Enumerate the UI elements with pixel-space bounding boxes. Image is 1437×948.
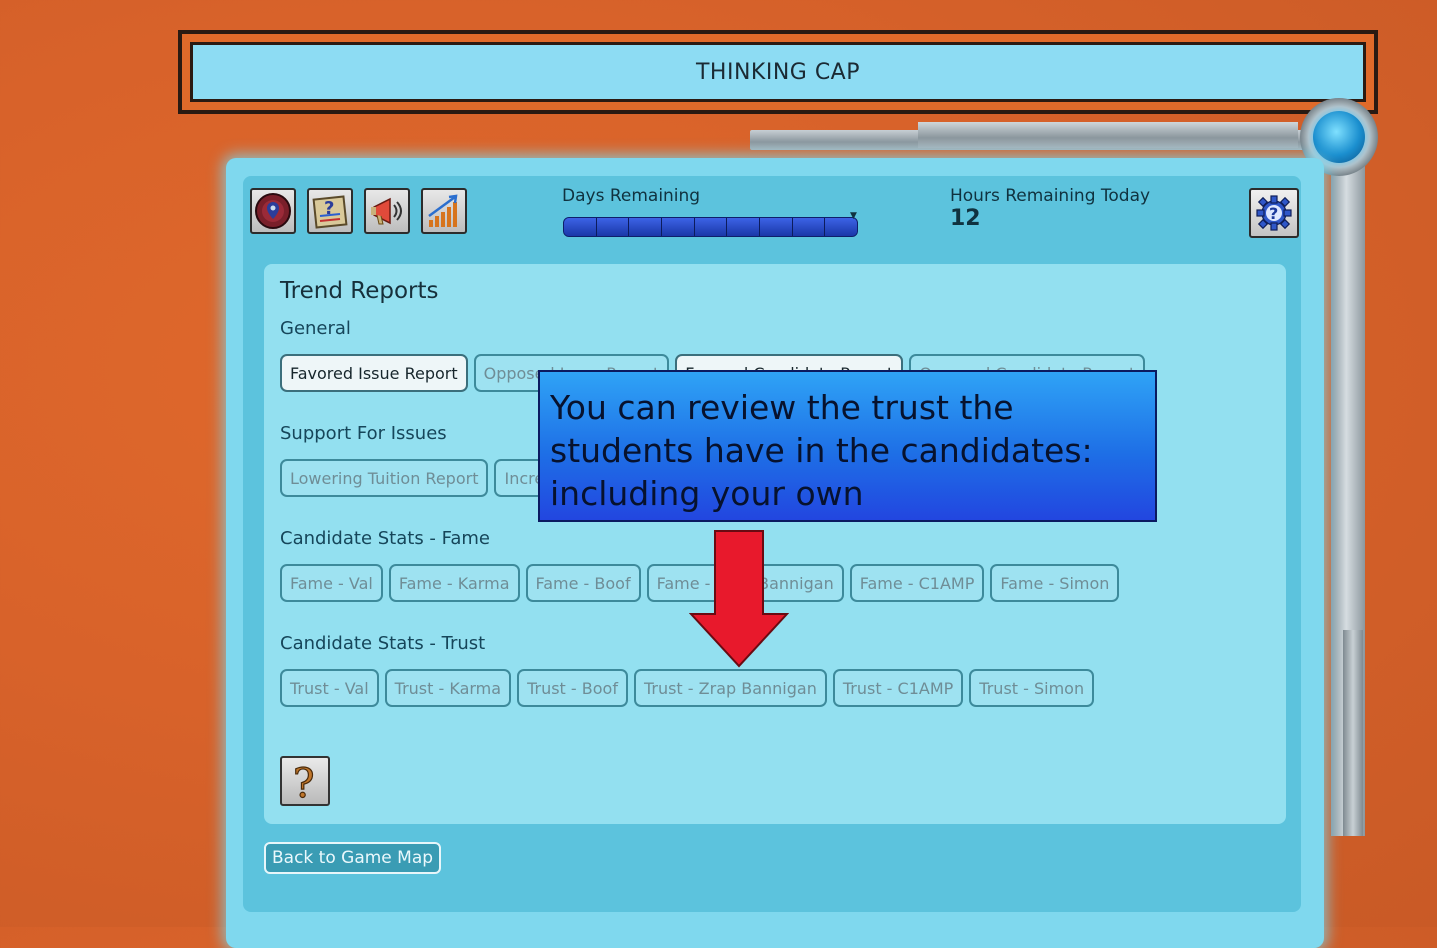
light-bulb-icon <box>1313 111 1365 163</box>
days-remaining-label: Days Remaining <box>562 186 701 206</box>
days-remaining-bar <box>563 217 858 237</box>
fame-c1amp-button[interactable]: Fame - C1AMP <box>849 564 985 602</box>
section-title-support-for-issues: Support For Issues <box>280 423 447 444</box>
megaphone-icon <box>371 197 402 225</box>
trust-simon-button[interactable]: Trust - Simon <box>969 669 1095 707</box>
trust-val-button[interactable]: Trust - Val <box>280 669 379 707</box>
section-title-fame: Candidate Stats - Fame <box>280 528 490 549</box>
reports-button[interactable]: ? <box>307 188 353 234</box>
tutorial-tooltip: You can review the trust the students ha… <box>538 370 1157 522</box>
clipboard-question-icon: ? <box>312 195 348 229</box>
bar-chart-icon <box>428 194 458 227</box>
hours-remaining-label: Hours Remaining Today <box>950 186 1151 206</box>
trends-button[interactable] <box>421 188 467 234</box>
back-to-game-map-button[interactable]: Back to Game Map <box>264 842 442 874</box>
lowering-tuition-report-button[interactable]: Lowering Tuition Report <box>280 459 489 497</box>
days-segment <box>596 218 630 236</box>
trend-reports-heading: Trend Reports <box>280 278 439 304</box>
days-segment <box>760 218 793 236</box>
fame-val-button[interactable]: Fame - Val <box>280 564 383 602</box>
title-frame: THINKING CAP <box>178 30 1378 114</box>
pipe-horizontal-upper <box>918 122 1298 148</box>
trust-karma-button[interactable]: Trust - Karma <box>384 669 512 707</box>
hours-remaining-value: 12 <box>950 206 981 231</box>
svg-text:?: ? <box>293 761 314 803</box>
settings-button[interactable]: ? <box>1249 188 1299 238</box>
trust-report-buttons: Trust - Val Trust - Karma Trust - Boof T… <box>280 669 1095 707</box>
campaign-button[interactable] <box>364 188 410 234</box>
question-mark-icon: ? <box>292 760 315 803</box>
days-segment <box>629 218 663 236</box>
days-segment <box>564 218 597 236</box>
pipe-vertical-lower <box>1343 630 1363 836</box>
gear-question-icon: ? <box>1256 195 1292 231</box>
trust-zrap-bannigan-button[interactable]: Trust - Zrap Bannigan <box>633 669 827 707</box>
page-title: THINKING CAP <box>190 42 1366 102</box>
days-segment <box>727 218 761 236</box>
svg-text:?: ? <box>324 198 334 219</box>
map-pin-icon <box>255 193 291 229</box>
fame-simon-button[interactable]: Fame - Simon <box>990 564 1120 602</box>
favored-issue-report-button[interactable]: Favored Issue Report <box>280 354 468 392</box>
svg-text:?: ? <box>1269 204 1278 223</box>
fame-karma-button[interactable]: Fame - Karma <box>388 564 520 602</box>
trust-boof-button[interactable]: Trust - Boof <box>517 669 628 707</box>
days-segment <box>662 218 695 236</box>
map-pin-button[interactable] <box>250 188 296 234</box>
days-segment <box>694 218 728 236</box>
tutorial-arrow-down-icon <box>689 530 789 668</box>
trust-c1amp-button[interactable]: Trust - C1AMP <box>832 669 964 707</box>
toolbar: ? Days Remaining ▼ Hours Remaining Today… <box>243 176 1301 246</box>
section-title-trust: Candidate Stats - Trust <box>280 633 486 654</box>
days-segment <box>792 218 826 236</box>
fame-boof-button[interactable]: Fame - Boof <box>525 564 641 602</box>
help-button[interactable]: ? <box>280 756 330 806</box>
section-title-general: General <box>280 318 351 339</box>
days-marker-icon: ▼ <box>850 211 857 221</box>
